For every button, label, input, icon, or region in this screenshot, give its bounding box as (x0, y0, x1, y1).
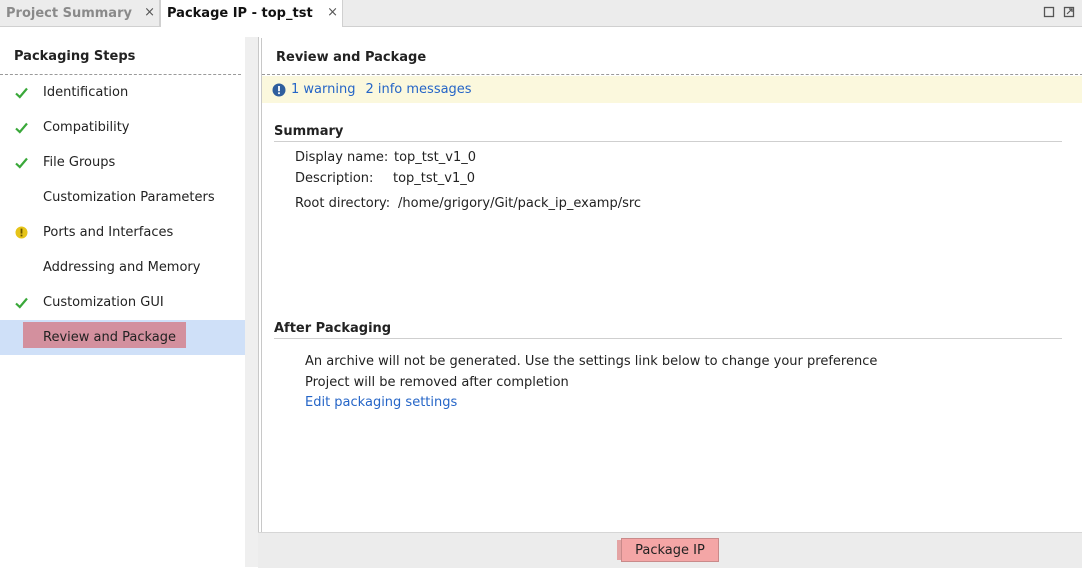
description-label: Description: (295, 171, 374, 186)
close-icon[interactable]: × (144, 5, 155, 20)
message-bar: 1 warning 2 info messages (262, 76, 1082, 103)
step-label: Customization Parameters (43, 190, 215, 205)
footer-bar: Package IP (258, 532, 1082, 568)
step-label: Ports and Interfaces (43, 225, 174, 240)
step-label: Customization GUI (43, 295, 164, 310)
display-name-value: top_tst_v1_0 (394, 150, 477, 165)
tab-label: Package IP - top_tst (167, 6, 313, 21)
root-directory-row: Root directory: /home/grigory/Git/pack_ip… (295, 196, 641, 211)
root-directory-label: Root directory: (295, 196, 391, 211)
step-label: Review and Package (43, 330, 176, 345)
step-label: Identification (43, 85, 129, 100)
step-file-groups[interactable]: File Groups (0, 145, 245, 180)
after-packaging-title: After Packaging (274, 321, 1062, 339)
step-label: File Groups (43, 155, 116, 170)
step-customization-parameters[interactable]: Customization Parameters (0, 180, 245, 215)
packaging-steps-pane: Packaging Steps Identification Compatibi… (0, 37, 246, 567)
checkmark-icon (14, 156, 28, 170)
checkmark-icon (14, 86, 28, 100)
warning-icon (14, 226, 28, 240)
info-messages-link[interactable]: 2 info messages (365, 82, 471, 97)
description-row: Description: top_tst_v1_0 (295, 171, 475, 186)
steps-list: Identification Compatibility File Groups… (0, 75, 245, 355)
step-addressing-and-memory[interactable]: Addressing and Memory (0, 250, 245, 285)
display-name-label: Display name: (295, 150, 389, 165)
restore-icon[interactable] (1042, 5, 1056, 19)
edit-packaging-settings-link[interactable]: Edit packaging settings (305, 395, 457, 410)
pane-splitter[interactable] (245, 37, 259, 567)
step-ports-and-interfaces[interactable]: Ports and Interfaces (0, 215, 245, 250)
checkmark-icon (14, 296, 28, 310)
description-value: top_tst_v1_0 (393, 171, 476, 186)
archive-note: An archive will not be generated. Use th… (305, 354, 878, 369)
close-icon[interactable]: × (327, 5, 338, 20)
package-ip-button[interactable]: Package IP (617, 538, 719, 562)
step-identification[interactable]: Identification (0, 75, 245, 110)
step-compatibility[interactable]: Compatibility (0, 110, 245, 145)
warning-link[interactable]: 1 warning (291, 82, 355, 97)
step-review-and-package[interactable]: Review and Package (0, 320, 245, 355)
info-icon (272, 83, 286, 97)
tab-bar: Project Summary × Package IP - top_tst × (0, 0, 1082, 27)
packaging-steps-title: Packaging Steps (0, 37, 241, 75)
display-name-row: Display name: top_tst_v1_0 (295, 150, 476, 165)
window-controls (1042, 5, 1076, 19)
step-customization-gui[interactable]: Customization GUI (0, 285, 245, 320)
page-title: Review and Package (262, 38, 1082, 75)
project-removal-note: Project will be removed after completion (305, 375, 569, 390)
root-directory-value: /home/grigory/Git/pack_ip_examp/src (398, 196, 642, 211)
step-label: Compatibility (43, 120, 130, 135)
tab-package-ip[interactable]: Package IP - top_tst × (160, 0, 343, 27)
step-label: Addressing and Memory (43, 260, 201, 275)
tab-label: Project Summary (6, 5, 132, 21)
summary-title: Summary (274, 124, 1062, 142)
tab-project-summary[interactable]: Project Summary × (0, 0, 160, 26)
maximize-icon[interactable] (1062, 5, 1076, 19)
checkmark-icon (14, 121, 28, 135)
review-and-package-pane: Review and Package 1 warning 2 info mess… (261, 38, 1082, 532)
